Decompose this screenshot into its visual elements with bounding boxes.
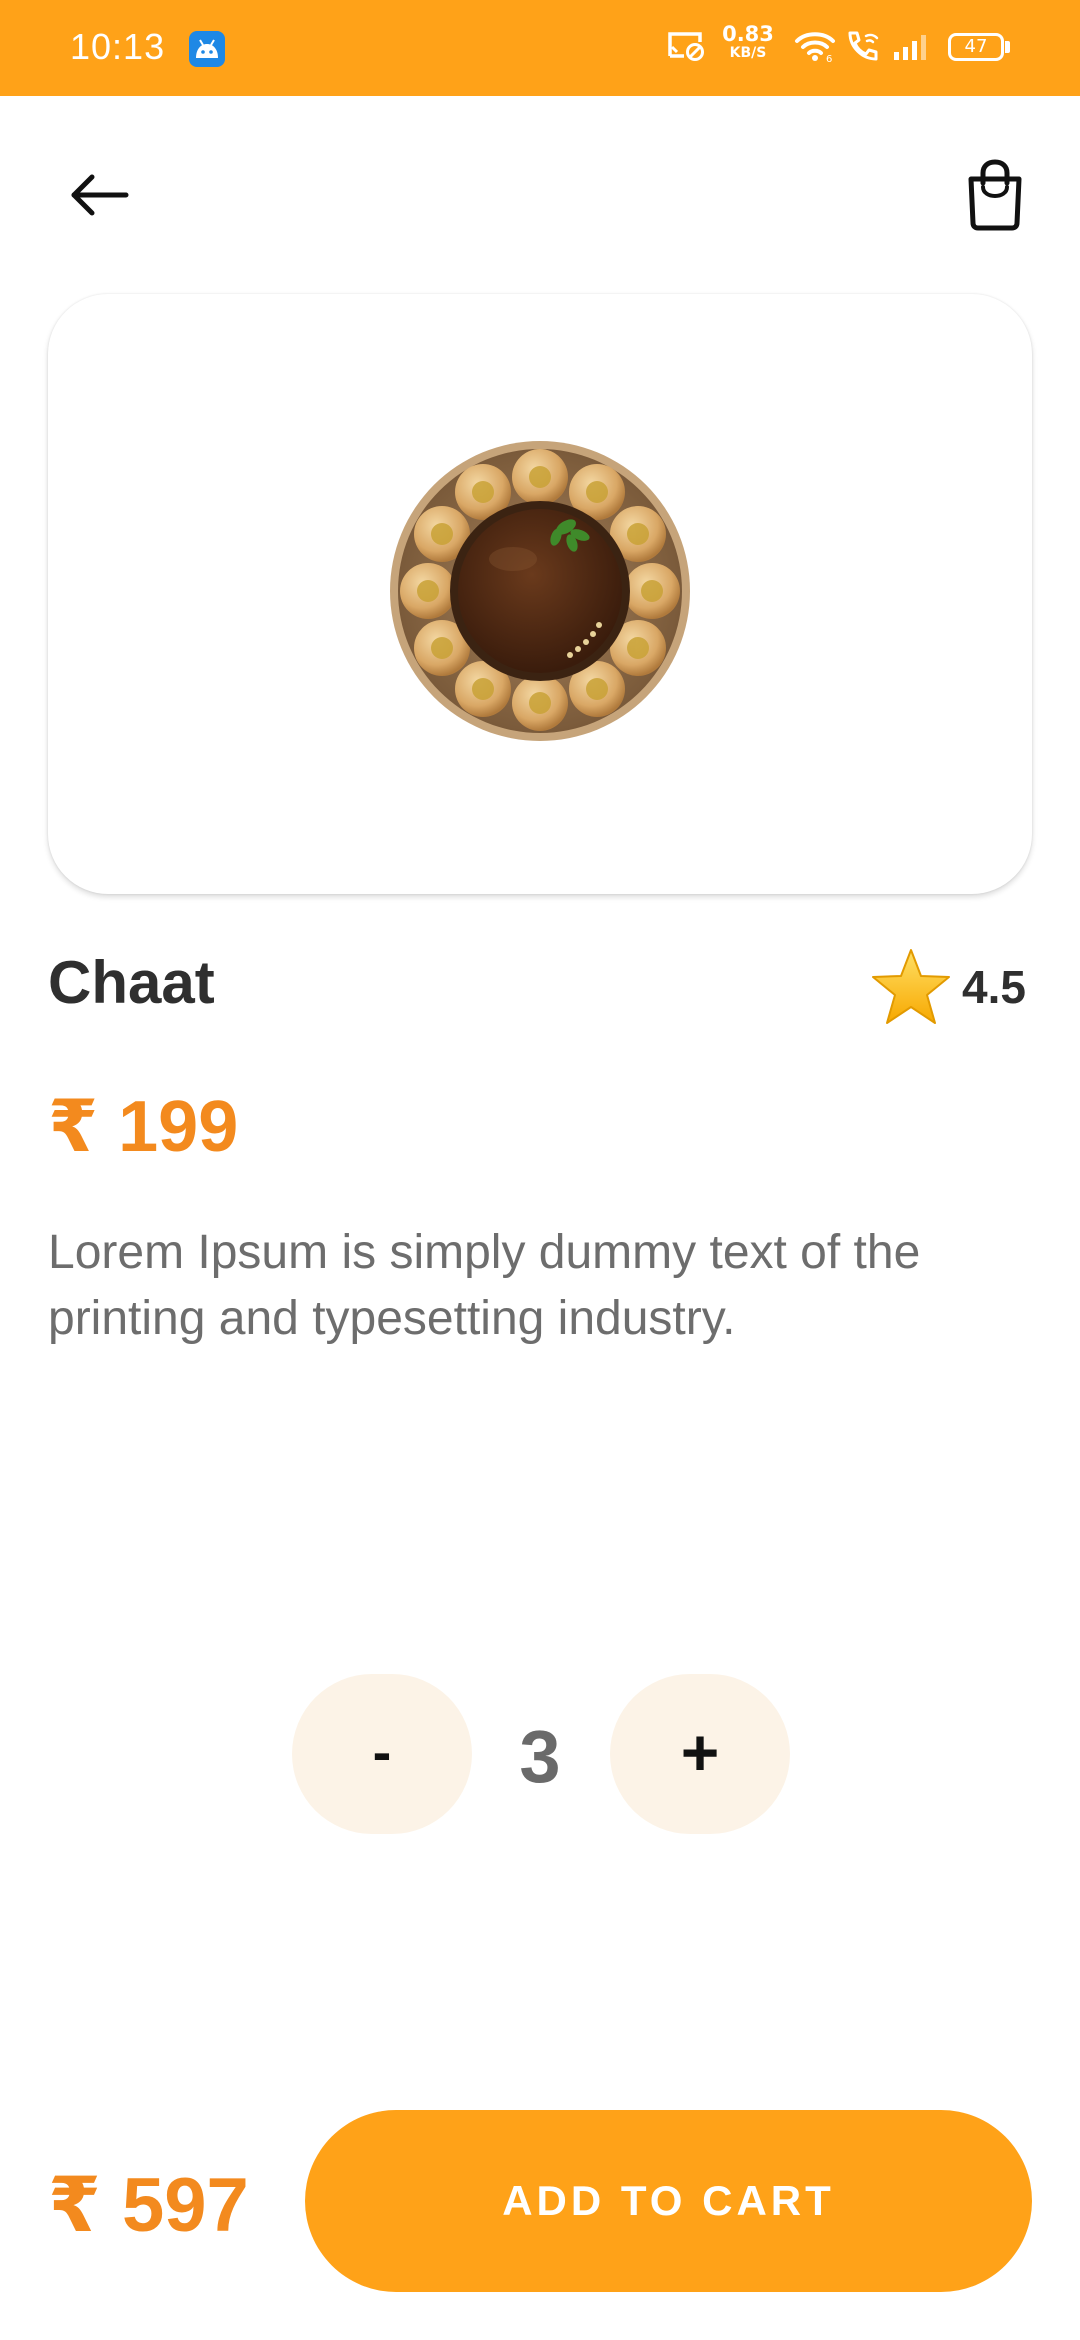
product-price: ₹ 199	[48, 1087, 239, 1167]
android-notification-icon	[189, 31, 225, 67]
status-icons: 0.83 KB/S 6 47	[666, 22, 1010, 74]
rating-value: 4.5	[962, 961, 1026, 1013]
network-speed-value: 0.83	[722, 22, 774, 46]
screen-cast-icon	[668, 32, 704, 61]
status-bar: 10:13 0.83 KB/S 6 47	[0, 0, 1080, 96]
back-button[interactable]	[60, 160, 140, 230]
network-speed-unit: KB/S	[729, 45, 767, 61]
svg-text:6: 6	[826, 54, 832, 62]
network-speed: 0.83 KB/S	[718, 22, 778, 61]
add-to-cart-button[interactable]: ADD TO CART	[305, 2110, 1032, 2292]
increment-button[interactable]: +	[610, 1674, 790, 1834]
signal-icon	[894, 35, 926, 60]
star-icon	[872, 949, 950, 1024]
product-image	[390, 441, 690, 741]
total-price: ₹ 597	[48, 2163, 249, 2248]
battery-tip	[1005, 41, 1010, 53]
shopping-bag-icon	[968, 159, 1022, 231]
product-image-card	[48, 294, 1032, 894]
cart-button[interactable]	[955, 155, 1035, 235]
wifi-icon: 6	[795, 32, 835, 62]
product-title: Chaat	[48, 949, 215, 1016]
quantity-value: 3	[519, 1715, 561, 1798]
wifi-calling-icon	[848, 31, 879, 61]
product-description: Lorem Ipsum is simply dummy text of the …	[48, 1226, 921, 1345]
battery-icon: 47	[948, 33, 1004, 61]
decrement-button[interactable]: -	[292, 1674, 472, 1834]
arrow-left-icon	[71, 174, 129, 216]
status-time: 10:13	[70, 26, 166, 67]
